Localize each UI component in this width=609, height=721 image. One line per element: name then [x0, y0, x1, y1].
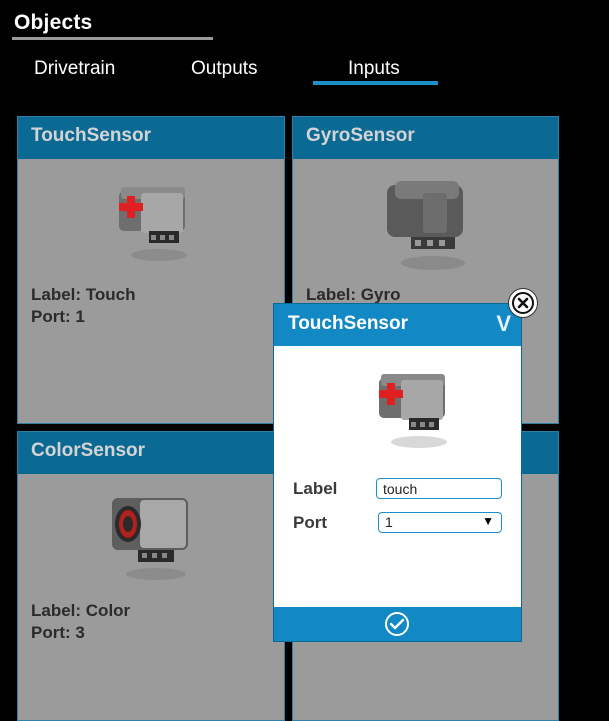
- card-label-text: Label: Touch: [31, 285, 136, 304]
- touch-sensor-icon: [379, 374, 447, 448]
- tab-inputs[interactable]: Inputs: [348, 58, 400, 80]
- touch-sensor-icon: [119, 187, 187, 261]
- page-title: Objects: [14, 11, 93, 34]
- dialog-footer: [274, 607, 521, 641]
- dialog-header: TouchSensor V: [274, 304, 521, 346]
- close-circle-icon: [512, 292, 534, 314]
- dialog-title: TouchSensor: [288, 313, 408, 334]
- tab-drivetrain[interactable]: Drivetrain: [34, 58, 115, 80]
- card-title: ColorSensor: [18, 432, 284, 474]
- card-port-text: Port: 1: [31, 307, 85, 326]
- label-input[interactable]: [376, 478, 502, 499]
- card-label-text: Label: Gyro: [306, 285, 401, 304]
- tab-outputs[interactable]: Outputs: [191, 58, 258, 80]
- color-sensor-icon: [112, 498, 188, 580]
- gyro-sensor-icon: [387, 181, 465, 270]
- port-caption: Port: [293, 513, 327, 532]
- check-circle-icon[interactable]: [384, 611, 410, 637]
- card-port-text: Port: 3: [31, 623, 85, 642]
- card-title: TouchSensor: [18, 117, 284, 159]
- card-label-text: Label: Color: [31, 601, 131, 620]
- label-caption: Label: [293, 479, 338, 498]
- active-tab-indicator: [313, 81, 438, 85]
- sensor-config-dialog: TouchSensor V Label Port 1 ▼: [273, 303, 522, 642]
- close-dialog-button[interactable]: [508, 288, 538, 318]
- port-select-value: 1: [385, 514, 393, 530]
- chevron-down-icon: ▼: [482, 514, 494, 528]
- card-title: GyroSensor: [293, 117, 558, 159]
- title-underline: [12, 37, 213, 40]
- sensor-card-touch[interactable]: TouchSensor Label: Touch Port: 1: [17, 116, 285, 424]
- sensor-card-color[interactable]: ColorSensor Label: Color Port: 3: [17, 431, 285, 721]
- port-select[interactable]: 1 ▼: [378, 512, 502, 533]
